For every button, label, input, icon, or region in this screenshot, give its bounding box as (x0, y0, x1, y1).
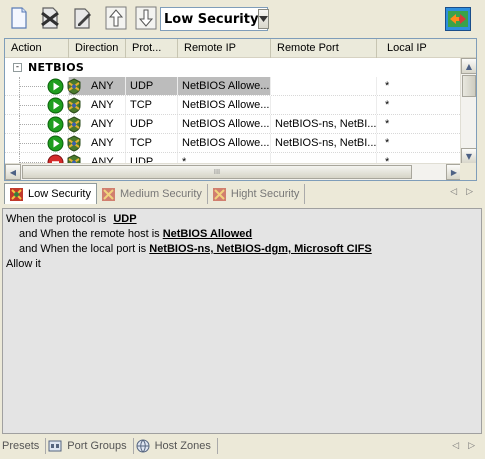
tree-line (19, 86, 45, 87)
remote-port-cell[interactable]: NetBIOS-ns, NetBI... (271, 134, 377, 152)
globe-icon (136, 439, 150, 453)
vertical-scrollbar[interactable]: ▲ ▼ (460, 58, 476, 164)
scroll-up-icon[interactable]: ▲ (461, 58, 476, 74)
profile-tabstrip: Low Security Medium Security Hight Secur… (4, 183, 481, 204)
rule-badge-icon (67, 135, 81, 152)
tree-line (19, 143, 45, 144)
edit-rule-icon[interactable] (70, 6, 94, 30)
tree-line (19, 105, 45, 106)
tab-label: Hight Security (230, 188, 300, 200)
horizontal-scroll-thumb[interactable]: III (22, 165, 412, 179)
column-header-local-ip[interactable]: Local IP (377, 39, 476, 58)
vertical-scroll-thumb[interactable] (462, 75, 476, 97)
rule-row[interactable]: ANY TCP NetBIOS Allowe... * (5, 96, 462, 115)
rule-row[interactable]: ANY TCP NetBIOS Allowe... NetBIOS-ns, NetBI… (5, 134, 462, 153)
group-label: NETBIOS (28, 61, 85, 74)
local-ip-cell[interactable]: * (377, 77, 462, 95)
tab-presets[interactable]: Presets (0, 438, 47, 454)
tab-label: Low Security (28, 188, 91, 200)
description-line-local-port: and When the local port is NetBIOS-ns, N… (6, 242, 478, 257)
scroll-corner (460, 163, 476, 180)
local-port-link[interactable]: NetBIOS-ns, NetBIOS-dgm, Microsoft CIFS (149, 243, 371, 255)
local-ip-cell[interactable]: * (377, 96, 462, 114)
protocol-cell[interactable]: UDP (126, 115, 178, 133)
rule-badge-icon (67, 97, 81, 114)
port-groups-icon (48, 440, 62, 452)
tab-port-groups[interactable]: Port Groups (46, 438, 134, 454)
move-up-icon[interactable] (104, 6, 128, 30)
toolbar: Low Security (0, 0, 485, 37)
group-row-netbios[interactable]: - NETBIOS (5, 58, 462, 77)
collapse-icon[interactable]: - (13, 63, 22, 72)
delete-rule-icon[interactable] (38, 6, 62, 30)
tab-scroll-buttons: ◁ ▷ (450, 187, 473, 197)
protocol-cell[interactable]: TCP (126, 134, 178, 152)
local-ip-cell[interactable]: * (377, 134, 462, 152)
tab-label: Presets (2, 440, 40, 452)
column-header-remote-ip[interactable]: Remote IP (178, 39, 271, 58)
rule-rows: ANY UDP NetBIOS Allowe... * ANY TCP NetBIOS Al… (5, 77, 462, 164)
column-header-direction[interactable]: Direction (69, 39, 126, 58)
column-header-protocol[interactable]: Prot... (126, 39, 178, 58)
horizontal-scrollbar[interactable]: ◀ III ▶ (5, 163, 462, 180)
description-text: and When the local port is (19, 243, 147, 255)
security-shield-icon (10, 187, 23, 201)
column-header-remote-port[interactable]: Remote Port (271, 39, 377, 58)
remote-port-cell[interactable] (271, 77, 377, 95)
description-text: and When the remote host is (19, 228, 160, 240)
tab-scroll-right-icon[interactable]: ▷ (468, 441, 475, 451)
new-rule-icon[interactable] (7, 6, 31, 30)
tab-label: Host Zones (154, 440, 211, 452)
remote-ip-cell[interactable]: NetBIOS Allowe... (178, 115, 271, 133)
tab-host-zones[interactable]: Host Zones (134, 438, 218, 454)
rules-grid: Action Direction Prot... Remote IP Remot… (4, 38, 477, 181)
tab-low-security[interactable]: Low Security (4, 183, 97, 204)
move-down-icon[interactable] (134, 6, 158, 30)
grid-body: - NETBIOS ANY UDP NetBIOS Allowe... * ANY TCP… (5, 58, 462, 164)
profile-select[interactable]: Low Security (160, 7, 270, 31)
tab-scroll-right-icon[interactable]: ▷ (466, 187, 473, 197)
rule-description: When the protocol is UDP and When the re… (2, 208, 482, 434)
description-line-remote-host: and When the remote host is NetBIOS Allo… (6, 227, 478, 242)
allow-play-icon[interactable] (47, 97, 64, 114)
grid-header: Action Direction Prot... Remote IP Remot… (5, 39, 476, 58)
scroll-down-icon[interactable]: ▼ (461, 148, 476, 164)
transfer-arrows-icon[interactable] (445, 7, 471, 31)
description-text: When the protocol is (6, 213, 107, 225)
profile-select-value: Low Security (164, 11, 259, 27)
tab-label: Medium Security (119, 188, 202, 200)
scroll-left-icon[interactable]: ◀ (5, 164, 21, 180)
allow-play-icon[interactable] (47, 135, 64, 152)
bottom-tabstrip: Presets Port Groups Host Zones (0, 436, 485, 456)
tab-scroll-left-icon[interactable]: ◁ (450, 187, 457, 197)
rule-row[interactable]: ANY UDP NetBIOS Allowe... NetBIOS-ns, NetBI… (5, 115, 462, 134)
protocol-link[interactable]: UDP (113, 213, 136, 225)
protocol-cell[interactable]: TCP (126, 96, 178, 114)
local-ip-cell[interactable]: * (377, 115, 462, 133)
rule-row[interactable]: ANY UDP NetBIOS Allowe... * (5, 77, 462, 96)
description-line-protocol: When the protocol is UDP (6, 212, 478, 227)
tab-label: Port Groups (67, 440, 127, 452)
column-header-action[interactable]: Action (5, 39, 69, 58)
remote-ip-cell[interactable]: NetBIOS Allowe... (178, 134, 271, 152)
security-shield-icon (212, 187, 226, 201)
remote-port-cell[interactable]: NetBIOS-ns, NetBI... (271, 115, 377, 133)
description-line-action: Allow it (6, 258, 41, 270)
remote-port-cell[interactable] (271, 96, 377, 114)
tab-scroll-left-icon[interactable]: ◁ (452, 441, 459, 451)
security-shield-icon (101, 187, 115, 201)
rule-badge-icon (67, 116, 81, 133)
tree-line (19, 124, 45, 125)
remote-ip-cell[interactable]: NetBIOS Allowe... (178, 77, 271, 95)
allow-play-icon[interactable] (47, 116, 64, 133)
rule-badge-icon (67, 78, 81, 95)
tab-medium-security[interactable]: Medium Security (97, 184, 208, 204)
bottom-tab-scroll-buttons: ◁ ▷ (452, 441, 475, 451)
remote-ip-cell[interactable]: NetBIOS Allowe... (178, 96, 271, 114)
protocol-cell[interactable]: UDP (126, 77, 178, 95)
chevron-down-icon[interactable] (258, 9, 270, 29)
remote-host-link[interactable]: NetBIOS Allowed (163, 228, 252, 240)
tab-high-security[interactable]: Hight Security (208, 184, 306, 204)
allow-play-icon[interactable] (47, 78, 64, 95)
